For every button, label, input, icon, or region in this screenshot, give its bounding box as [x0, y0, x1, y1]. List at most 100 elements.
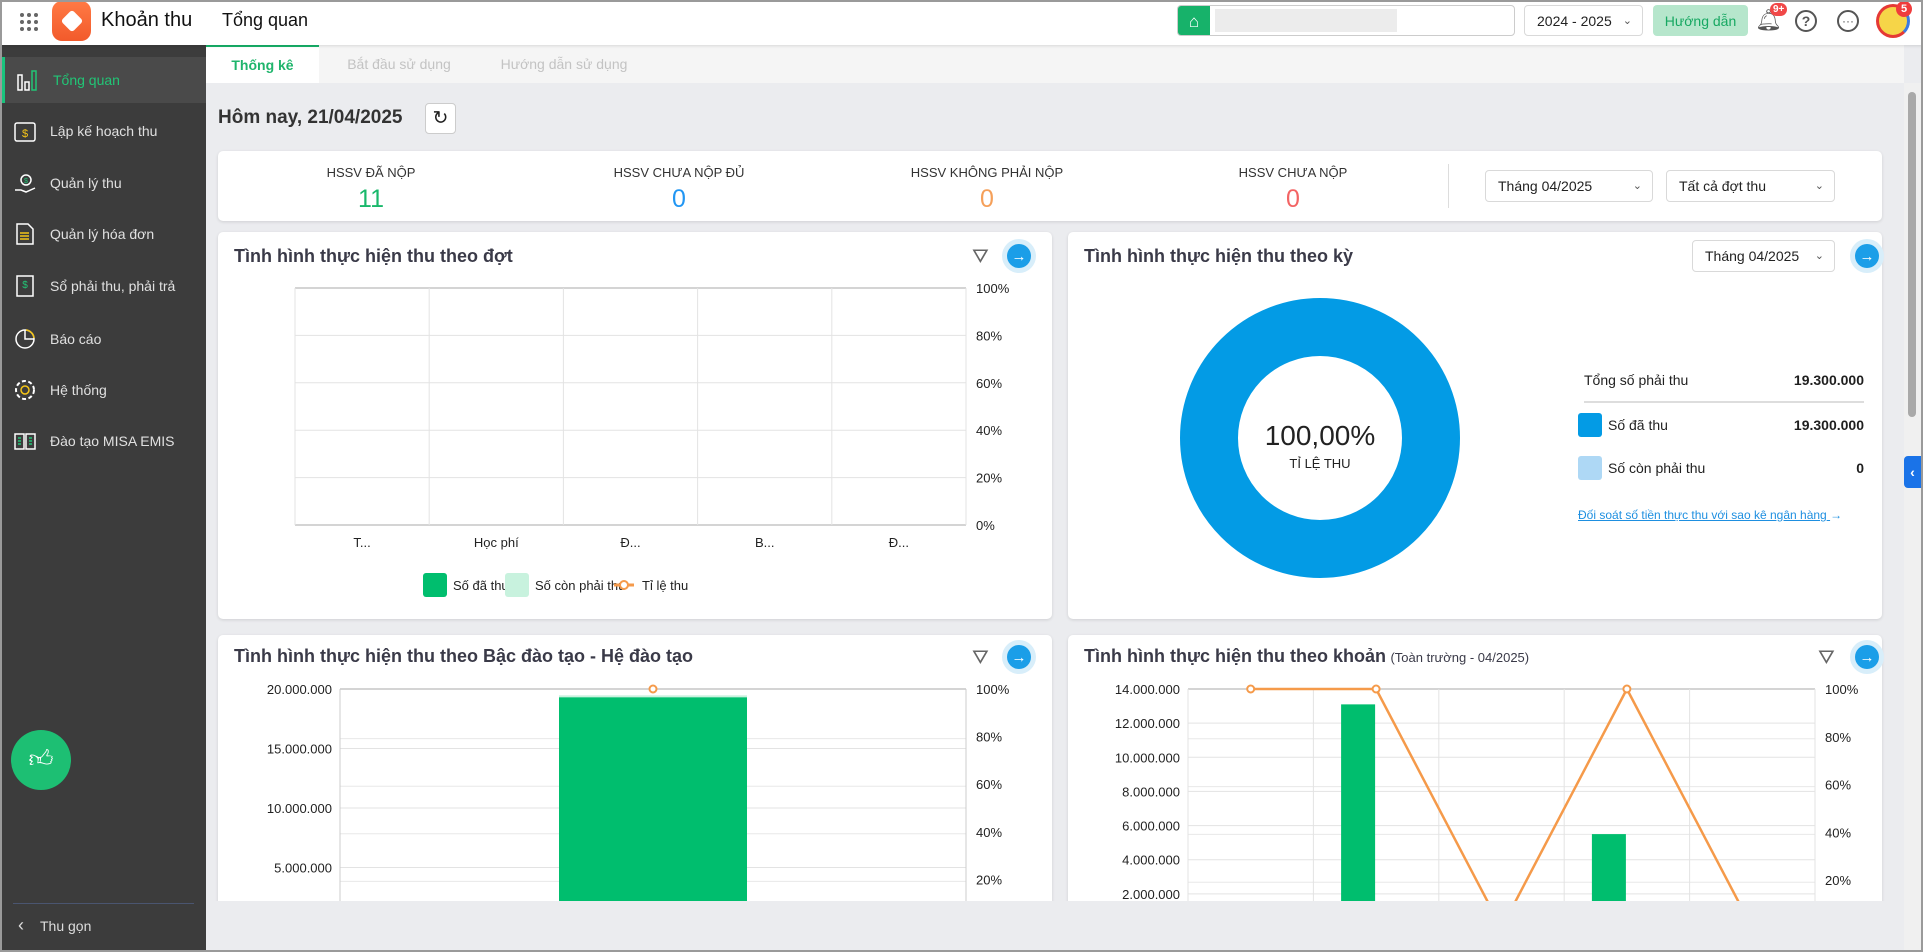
sidebar-item-he-thong[interactable]: Hệ thống [2, 367, 206, 413]
y-tick-label: 4.000.000 [1122, 853, 1180, 868]
legend-label: Số còn phải thu [1608, 460, 1706, 476]
sidebar-item-bao-cao[interactable]: Báo cáo [2, 316, 206, 362]
guide-button[interactable]: Hướng dẫn [1653, 5, 1748, 36]
divider [13, 903, 194, 904]
donut-chart [1180, 298, 1460, 578]
rate-point [1246, 684, 1256, 694]
help-icon[interactable]: ? [1795, 10, 1817, 32]
scrollbar[interactable] [1904, 83, 1921, 952]
bar-da-thu [559, 697, 747, 925]
refresh-button[interactable]: ↻ [425, 103, 456, 134]
x-tick-label: Học phí [474, 535, 519, 550]
y-tick-label: 10.000.000 [1115, 750, 1180, 765]
stat-value: 11 [358, 185, 384, 213]
stats-card: HSSV ĐÃ NỘP 11 HSSV CHƯA NỘP ĐỦ 0 HSSV KHÔ… [218, 151, 1882, 221]
stat-value: 0 [672, 185, 686, 213]
chevron-left-icon: ‹ [18, 915, 24, 935]
stat-value: 0 [980, 185, 994, 213]
more-icon[interactable]: ··· [1837, 10, 1859, 32]
legend-label: Số đã thu [453, 578, 509, 593]
sidebar-item-lap-ke-hoach-thu[interactable]: $ Lập kế hoạch thu [2, 108, 206, 154]
y2-tick-label: 60% [976, 376, 1002, 391]
collapse-label: Thu gọn [40, 917, 92, 934]
legend-value: 19.300.000 [1793, 417, 1864, 433]
chevron-down-icon: ⌄ [1622, 14, 1632, 27]
chevron-left-icon: ‹ [1910, 464, 1915, 480]
y2-tick-label: 60% [1825, 778, 1851, 793]
chevron-down-icon: ⌄ [1814, 179, 1824, 192]
x-tick-label: Đ... [620, 535, 640, 550]
home-icon: ⌂ [1178, 6, 1210, 35]
apps-grid-icon[interactable] [20, 13, 38, 31]
tab-thong-ke[interactable]: Thống kê [206, 45, 319, 83]
stat-label: HSSV CHƯA NỘP [1238, 165, 1348, 180]
feedback-thumbs-up-icon[interactable]: 👍︎ [11, 730, 71, 790]
month-select[interactable]: Tháng 04/2025 ⌄ [1485, 170, 1653, 202]
y-tick-label: 12.000.000 [1115, 716, 1180, 731]
gear-icon [12, 377, 38, 403]
y-tick-label: 20.000.000 [267, 682, 332, 697]
ledger-book-icon: $ [12, 273, 38, 299]
stat-da-nop: HSSV ĐÃ NỘP 11 [241, 165, 501, 214]
scrollbar-thumb[interactable] [1908, 92, 1916, 417]
chart-thu-theo-bac: 20.000.000 15.000.000 10.000.000 5.000.000 1… [267, 682, 1010, 925]
school-year-select[interactable]: 2024 - 2025 ⌄ [1524, 5, 1643, 36]
y2-tick-label: 60% [976, 777, 1002, 792]
card-thu-theo-dot: Tình hình thực hiện thu theo đợt ⛛ → 100… [218, 232, 1052, 619]
stat-khong-phai-nop: HSSV KHÔNG PHẢI NỘP 0 [857, 165, 1117, 214]
legend-label: Tỉ lệ thu [642, 578, 688, 593]
pie-chart-icon [12, 326, 38, 352]
y-tick-label: 14.000.000 [1115, 682, 1180, 697]
app-logo [52, 1, 91, 41]
stat-value: 0 [1286, 185, 1300, 213]
y-tick-label: 6.000.000 [1122, 819, 1180, 834]
divider [1448, 164, 1449, 208]
refresh-icon: ↻ [432, 108, 449, 129]
tab-huong-dan-su-dung[interactable]: Hướng dẫn sử dụng [494, 45, 634, 83]
school-search[interactable]: ⌂ [1177, 5, 1515, 36]
open-book-icon [12, 428, 38, 454]
sidebar-item-so-phai-thu[interactable]: $ Sổ phải thu, phải trả [2, 263, 206, 309]
y2-tick-label: 100% [976, 682, 1010, 697]
tab-bar: Thống kê Bắt đầu sử dụng Hướng dẫn sử dụ… [206, 45, 1904, 83]
expand-panel-button[interactable]: ‹ [1904, 456, 1921, 488]
stat-chua-nop-du: HSSV CHƯA NỘP ĐỦ 0 [549, 165, 809, 214]
legend-swatch-con-phai-thu [1578, 456, 1602, 480]
sidebar-item-tong-quan[interactable]: Tổng quan [2, 57, 206, 103]
chart-thu-theo-dot: 100% 80% 60% 40% 20% 0% T... Học phí Đ... B... Đ..… [294, 281, 1010, 597]
card-thu-theo-bac-dao-tao: Tình hình thực hiện thu theo Bậc đào tạo… [218, 635, 1052, 925]
legend-swatch [505, 573, 529, 597]
bank-reconcile-link[interactable]: Đối soát số tiền thực thu với sao kê ngâ… [1578, 508, 1842, 522]
x-tick-label: T... [353, 535, 370, 550]
sidebar-item-label: Tổng quan [53, 72, 120, 88]
rate-line [1250, 686, 1753, 925]
total-label: Tổng số phải thu [1584, 372, 1689, 388]
school-search-input[interactable] [1215, 9, 1397, 32]
donut-center-value: 100,00% [1264, 420, 1376, 451]
svg-text:$: $ [24, 178, 28, 185]
sidebar-item-quan-ly-thu[interactable]: $ Quản lý thu [2, 160, 206, 206]
tab-bat-dau-su-dung[interactable]: Bắt đầu sử dụng [334, 45, 464, 83]
x-tick-label: Đ... [889, 535, 909, 550]
stat-label: HSSV CHƯA NỘP ĐỦ [613, 165, 745, 180]
notification-badge: 9+ [1770, 3, 1788, 16]
legend-value: 0 [1856, 460, 1864, 476]
sidebar-item-dao-tao[interactable]: Đào tạo MISA EMIS [2, 418, 206, 464]
chart-thu-theo-khoan: 14.000.000 12.000.000 10.000.000 8.000.000 6… [1115, 682, 1859, 925]
sidebar-item-label: Đào tạo MISA EMIS [50, 433, 175, 449]
collapse-sidebar-button[interactable]: ‹ Thu gọn [18, 915, 91, 936]
sidebar-item-quan-ly-hoa-don[interactable]: Quản lý hóa đơn [2, 211, 206, 257]
batch-select[interactable]: Tất cả đợt thu ⌄ [1666, 170, 1835, 202]
sidebar-item-label: Quản lý hóa đơn [50, 226, 155, 242]
sidebar-item-label: Sổ phải thu, phải trả [50, 278, 176, 294]
legend-label: Số còn phải thu [535, 578, 625, 593]
rate-point [648, 684, 658, 694]
card-thu-theo-khoan: Tình hình thực hiện thu theo khoản (Toàn… [1068, 635, 1884, 925]
avatar-badge: 5 [1896, 1, 1912, 17]
school-year-value: 2024 - 2025 [1537, 12, 1612, 29]
stat-label: HSSV KHÔNG PHẢI NỘP [910, 165, 1064, 180]
bar-da-thu [1341, 704, 1376, 925]
y-tick-label: 5.000.000 [274, 861, 332, 876]
card-thu-theo-ky: Tình hình thực hiện thu theo kỳ Tháng 04… [1068, 232, 1884, 619]
y-tick-label: 10.000.000 [267, 801, 332, 816]
